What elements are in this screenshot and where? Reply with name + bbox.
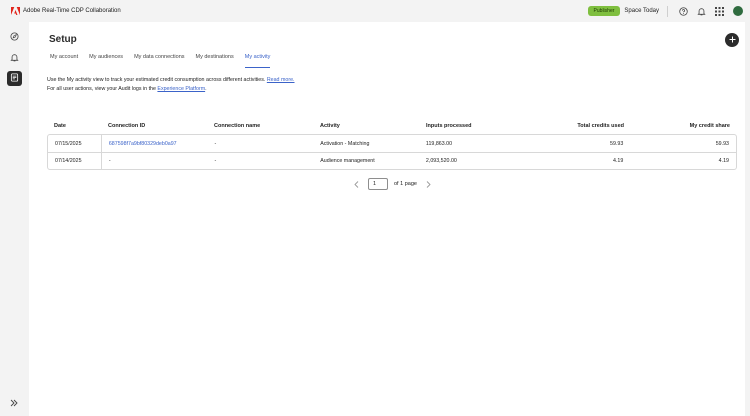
- cell-date: 07/15/2025: [48, 135, 102, 152]
- tab-my-destinations[interactable]: My destinations: [196, 53, 234, 68]
- cell-inputs-processed: 119,863.00: [425, 140, 453, 147]
- column-header-connection-id[interactable]: Connection ID: [101, 123, 207, 129]
- cell-connection-id-link[interactable]: 687598f7a9bf80329deb0a97: [102, 141, 208, 147]
- apps-grid-icon[interactable]: [714, 6, 724, 16]
- expand-rail-icon[interactable]: [9, 398, 19, 408]
- page-title: Setup: [49, 34, 77, 45]
- activity-table: Date Connection ID Connection name Activ…: [47, 117, 737, 170]
- description-period: .: [205, 86, 207, 92]
- experience-platform-link[interactable]: Experience Platform: [157, 86, 205, 92]
- tab-my-account[interactable]: My account: [50, 53, 78, 68]
- divider: [667, 5, 668, 17]
- cell-activity: Activation - Matching: [320, 140, 370, 147]
- setup-icon: [10, 73, 19, 84]
- bell-icon: [10, 53, 19, 64]
- tab-bar: My account My audiences My data connecti…: [50, 53, 281, 69]
- app-title[interactable]: Adobe Real-Time CDP Collaboration: [23, 8, 121, 14]
- avatar[interactable]: [733, 6, 743, 16]
- cell-activity: Audience management: [320, 158, 375, 164]
- column-header-date[interactable]: Date: [47, 117, 101, 134]
- cell-total-credits: 4.19: [612, 158, 624, 164]
- description-line-1: Use the My activity view to track your e…: [47, 77, 266, 83]
- compass-icon: [10, 32, 19, 43]
- page-number-input[interactable]: 1: [368, 178, 388, 190]
- tab-my-activity[interactable]: My activity: [244, 53, 270, 68]
- adobe-logo-icon[interactable]: [11, 7, 20, 16]
- plus-icon: [729, 36, 736, 45]
- top-right-controls: Publisher Space Today: [587, 0, 750, 22]
- description-line-2: For all user actions, view your Audit lo…: [47, 86, 156, 92]
- column-header-connection-name[interactable]: Connection name: [207, 123, 313, 129]
- help-icon[interactable]: [678, 6, 688, 16]
- tab-my-audiences[interactable]: My audiences: [89, 53, 123, 68]
- cell-total-credits: 59.93: [610, 140, 624, 147]
- rail-item-setup[interactable]: [7, 71, 22, 86]
- bell-icon[interactable]: [696, 6, 706, 16]
- cell-connection-name: -: [214, 158, 217, 164]
- column-header-my-credit-share[interactable]: My credit share: [631, 123, 737, 129]
- page-description: Use the My activity view to track your e…: [47, 76, 295, 94]
- rail-item-home[interactable]: [7, 30, 22, 45]
- rail-item-alerts[interactable]: [7, 51, 22, 66]
- left-rail: [0, 22, 29, 416]
- previous-page-button[interactable]: [352, 179, 360, 189]
- tab-my-data-connections[interactable]: My data connections: [134, 53, 184, 68]
- cell-inputs-processed: 2,093,520.00: [425, 158, 457, 164]
- cell-connection-id: -: [108, 158, 111, 164]
- column-header-activity[interactable]: Activity: [313, 123, 419, 129]
- next-page-button[interactable]: [425, 179, 433, 189]
- publisher-badge: Publisher: [587, 6, 621, 16]
- page-count-label: of 1 page: [394, 181, 417, 187]
- add-button[interactable]: [725, 33, 739, 47]
- org-switcher[interactable]: Space Today: [624, 8, 659, 14]
- main-panel: Setup My account My audiences My data co…: [29, 22, 745, 416]
- top-bar: Adobe Real-Time CDP Collaboration Publis…: [0, 0, 750, 22]
- pagination: 1 of 1 page: [352, 177, 433, 191]
- column-header-inputs-processed[interactable]: Inputs processed: [419, 123, 525, 129]
- chevron-left-icon: [353, 180, 358, 188]
- cell-credit-share: 4.19: [718, 158, 729, 164]
- cell-date: 07/14/2025: [48, 153, 102, 169]
- chevron-right-icon: [427, 180, 432, 188]
- table-row[interactable]: 07/15/2025 687598f7a9bf80329deb0a97 - Ac…: [48, 135, 736, 152]
- read-more-link[interactable]: Read more.: [267, 77, 295, 83]
- cell-connection-name: -: [214, 140, 217, 147]
- table-body: 07/15/2025 687598f7a9bf80329deb0a97 - Ac…: [47, 134, 737, 170]
- table-header: Date Connection ID Connection name Activ…: [47, 117, 737, 134]
- column-header-total-credits-used[interactable]: Total credits used: [525, 123, 631, 129]
- table-row[interactable]: 07/14/2025 - - Audience management 2,093…: [48, 152, 736, 169]
- cell-credit-share: 59.93: [715, 140, 729, 147]
